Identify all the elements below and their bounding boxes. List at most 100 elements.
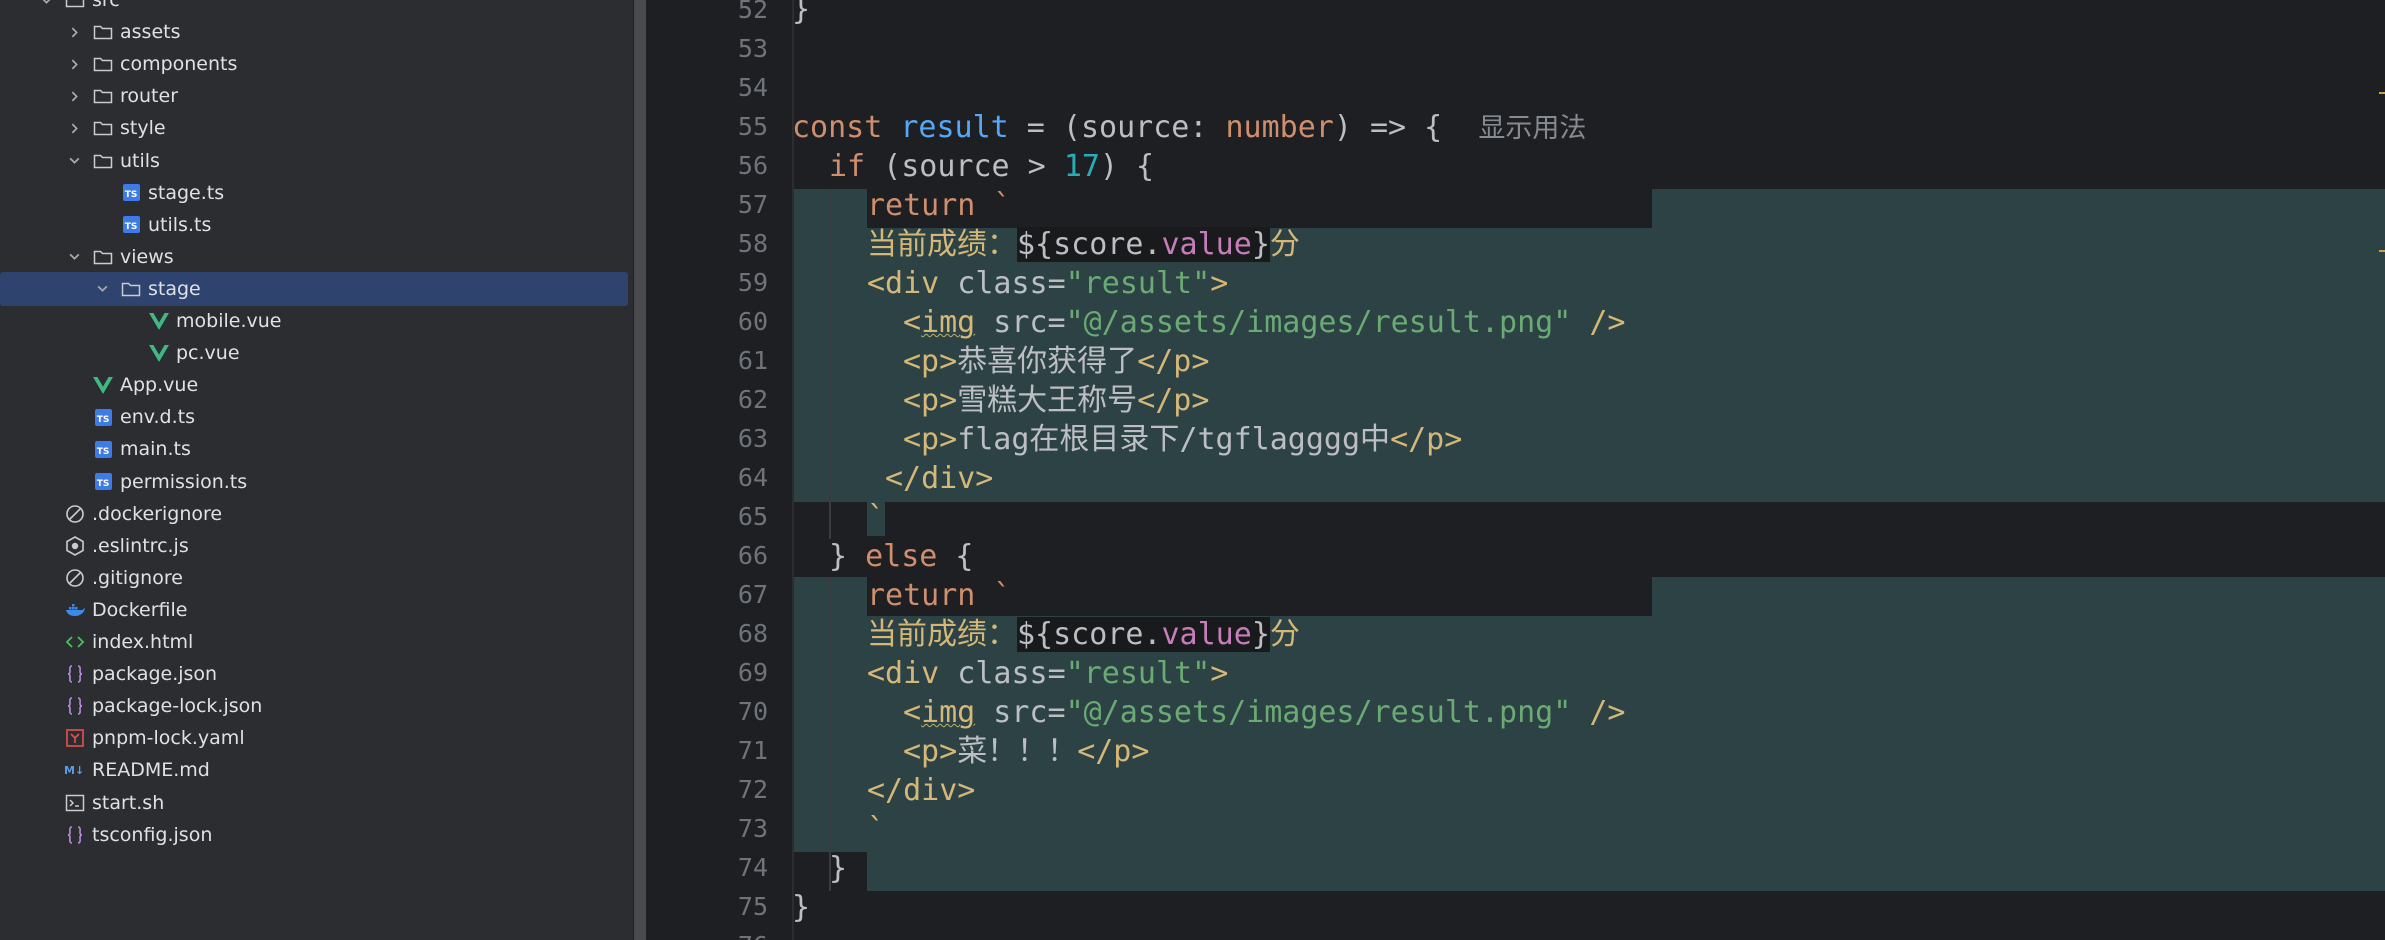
tree-item-label: pnpm-lock.yaml (92, 727, 245, 750)
code-line-52[interactable]: } (792, 0, 810, 29)
template-string-highlight (867, 852, 885, 891)
chevron-right-icon[interactable] (66, 24, 82, 40)
tree-item[interactable]: .eslintrc.js (0, 529, 628, 563)
typescript-file-icon: TS (92, 406, 114, 428)
code-line-75[interactable]: } (792, 888, 810, 927)
tree-item[interactable]: utils (0, 144, 628, 178)
json-file-icon (64, 695, 86, 717)
tree-item[interactable]: components (0, 47, 628, 81)
shell-script-icon (64, 792, 86, 814)
tree-item[interactable]: .dockerignore (0, 497, 628, 531)
code-line-55[interactable]: const result = (source: number) => { 显示用… (792, 108, 1586, 147)
tree-item[interactable]: App.vue (0, 368, 628, 402)
code-line-58[interactable]: 当前成绩：${score.value}分 (867, 225, 1300, 264)
usage-hint-link[interactable]: 显示用法 (1478, 113, 1586, 144)
tree-item-label: stage.ts (148, 181, 225, 204)
code-token: ) => { (1333, 110, 1443, 145)
keyword-token: return (867, 578, 976, 613)
text-token: 菜！！！ (957, 734, 1078, 769)
code-token: (source > (865, 149, 1064, 184)
tree-item[interactable]: pc.vue (0, 336, 628, 370)
tree-item-label: mobile.vue (176, 310, 282, 332)
indent-guide (829, 577, 831, 891)
tree-item[interactable]: pnpm-lock.yaml (0, 721, 628, 755)
code-token: ${score. (1017, 227, 1162, 262)
tree-item[interactable]: mobile.vue (0, 304, 628, 338)
chevron-right-icon[interactable] (66, 120, 82, 136)
folder-icon (92, 85, 114, 107)
chevron-down-icon[interactable] (38, 0, 54, 8)
tree-item-label: router (120, 85, 179, 108)
chevron-right-icon[interactable] (66, 88, 82, 104)
project-file-tree[interactable]: src assets components router style utils TS sta… (0, 0, 633, 940)
code-editor[interactable]: } const result = (source: number) => { 显… (646, 0, 2385, 940)
code-line-61[interactable]: <p>恭喜你获得了</p> (903, 342, 1209, 381)
chevron-down-icon[interactable] (66, 249, 82, 265)
code-line-69[interactable]: <div class="result"> (867, 654, 1228, 693)
tree-item[interactable]: index.html (0, 625, 628, 659)
interpolation-token: ${score.value} (1017, 227, 1270, 262)
folder-icon (92, 21, 114, 43)
code-line-63[interactable]: <p>flag在根目录下/tgflagggg中</p> (903, 420, 1462, 459)
tree-item[interactable]: TS permission.ts (0, 465, 628, 499)
code-line-62[interactable]: <p>雪糕大王称号</p> (903, 381, 1209, 420)
code-line-70[interactable]: <img src="@/assets/images/result.png" /> (903, 693, 1625, 732)
code-token: ` (867, 500, 886, 535)
tree-item[interactable]: views (0, 240, 628, 274)
scroll-marker (2379, 92, 2385, 94)
tree-item[interactable]: TS stage.ts (0, 176, 628, 210)
tree-item[interactable]: TS main.ts (0, 432, 628, 466)
folder-icon (92, 53, 114, 75)
tag-token: </p> (1390, 422, 1463, 457)
code-line-74[interactable]: } (829, 849, 847, 888)
line-number: 62 (737, 385, 768, 414)
tree-item[interactable]: TS utils.ts (0, 208, 628, 242)
tree-scrollbar[interactable] (634, 0, 646, 940)
code-token: } (1251, 617, 1270, 652)
code-token: ` (975, 188, 1012, 223)
tree-item[interactable]: M↓ README.md (0, 753, 628, 787)
tree-item[interactable]: package.json (0, 657, 628, 691)
attr-token: src= (975, 305, 1066, 340)
tree-item[interactable]: .gitignore (0, 561, 628, 595)
code-line-68[interactable]: 当前成绩：${score.value}分 (867, 615, 1300, 654)
tree-item[interactable]: Dockerfile (0, 593, 628, 627)
markdown-file-icon: M↓ (64, 759, 86, 781)
code-line-71[interactable]: <p>菜！！！</p> (903, 732, 1149, 771)
string-token: "result" (1065, 266, 1211, 301)
scroll-marker (2379, 250, 2385, 252)
chevron-down-icon[interactable] (66, 153, 82, 169)
code-line-66[interactable]: } else { (829, 537, 974, 576)
tree-item[interactable]: start.sh (0, 786, 628, 820)
tree-item-label: start.sh (92, 791, 165, 814)
tree-item[interactable]: tsconfig.json (0, 818, 628, 852)
code-line-73[interactable]: ` (867, 810, 885, 849)
chevron-right-icon[interactable] (66, 56, 82, 72)
tree-item[interactable]: assets (0, 15, 628, 49)
code-line-67[interactable]: return ` (867, 576, 1012, 615)
indent-guide (829, 189, 831, 539)
code-line-60[interactable]: <img src="@/assets/images/result.png" /> (903, 303, 1625, 342)
ignore-file-icon (64, 567, 86, 589)
code-line-56[interactable]: if (source > 17) { (829, 147, 1154, 186)
tree-item-label: src (92, 0, 120, 11)
code-line-72[interactable]: </div> (867, 771, 975, 810)
attr-token: src= (975, 695, 1066, 730)
template-text-token: 当前成绩： (867, 617, 1017, 652)
tree-item[interactable]: stage (0, 271, 628, 306)
code-line-65[interactable]: ` (867, 498, 885, 537)
tree-item[interactable]: package-lock.json (0, 689, 628, 723)
chevron-down-icon[interactable] (94, 281, 110, 297)
tree-item[interactable]: router (0, 79, 628, 113)
line-number: 53 (737, 34, 768, 63)
text-token: 雪糕大王称号 (957, 383, 1138, 418)
code-token: } (829, 851, 848, 886)
eslint-file-icon (64, 535, 86, 557)
code-line-59[interactable]: <div class="result"> (867, 264, 1228, 303)
line-number: 75 (737, 892, 768, 921)
code-line-57[interactable]: return ` (867, 186, 1012, 225)
code-line-64[interactable]: </div> (885, 459, 993, 498)
tree-item[interactable]: TS env.d.ts (0, 400, 628, 434)
tag-token: </p> (1137, 383, 1210, 418)
tree-item[interactable]: style (0, 111, 628, 145)
